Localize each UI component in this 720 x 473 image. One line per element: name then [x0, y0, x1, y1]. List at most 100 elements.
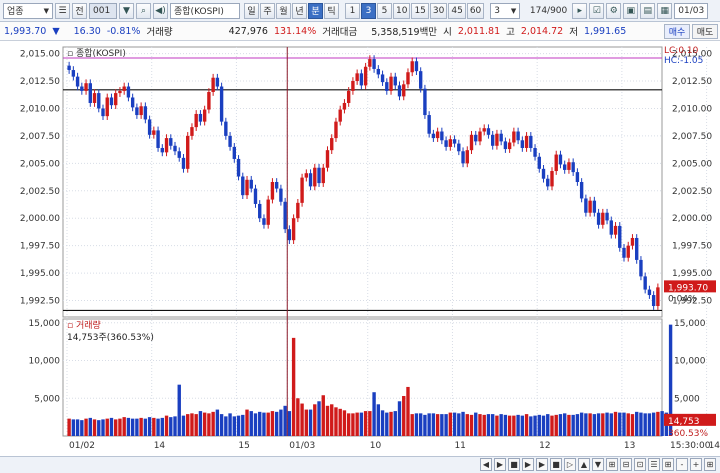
list-button[interactable]: ☰	[55, 2, 70, 19]
order-buttons: 매수 매도	[664, 24, 718, 39]
candle-body	[368, 59, 372, 67]
nav-button[interactable]: ◀	[480, 458, 492, 471]
interval-button[interactable]: 1	[345, 2, 360, 19]
interval-button[interactable]: 10	[393, 2, 411, 19]
code-input[interactable]: 001	[89, 2, 117, 19]
print-icon[interactable]: ▤	[640, 2, 656, 19]
down-arrow-icon: ▼	[52, 25, 60, 37]
speaker-icon[interactable]: ◀)	[153, 2, 168, 19]
nav-button[interactable]: ⊞	[704, 458, 716, 471]
candle-body	[537, 156, 541, 169]
candle-body	[529, 135, 533, 148]
volume-bar	[186, 414, 190, 436]
time-tick-label: 01/03	[289, 441, 315, 451]
candle-body	[219, 86, 224, 122]
candle-body	[639, 259, 643, 277]
nav-button[interactable]: ▷	[564, 458, 576, 471]
volume-bar	[156, 418, 160, 436]
buy-button[interactable]: 매수	[664, 24, 690, 39]
volume-bar	[656, 411, 660, 436]
settings-icon[interactable]: ⚙	[606, 2, 622, 19]
candle-body	[554, 154, 558, 172]
period-button[interactable]: 일	[244, 2, 259, 19]
market-select[interactable]: 업종 ▼	[3, 2, 53, 19]
last-pct-tag: 0.04%	[668, 294, 697, 304]
mode-button[interactable]: 전	[72, 2, 87, 19]
volume-bar	[389, 411, 393, 436]
sell-button[interactable]: 매도	[692, 24, 718, 39]
interval-button[interactable]: 3	[361, 2, 376, 19]
period-button[interactable]: 틱	[324, 2, 339, 19]
volume-bar	[609, 413, 613, 436]
interval-select[interactable]: 3 ▼	[490, 2, 521, 19]
candle-body	[596, 212, 601, 225]
nav-button[interactable]: ■	[508, 458, 520, 471]
candle-body	[478, 131, 482, 142]
nav-button[interactable]: +	[690, 458, 702, 471]
period-button[interactable]: 년	[292, 2, 307, 19]
candlestick-chart[interactable]: 2,015.00 2,015.002,012.50 2,012.502,010.00…	[0, 41, 720, 456]
nav-button[interactable]: ▶	[522, 458, 534, 471]
nav-button[interactable]: ⊟	[620, 458, 632, 471]
candle-body	[440, 131, 444, 141]
time-end-label: 15:30:00	[670, 441, 711, 451]
candle-body	[143, 106, 148, 120]
volume-bar	[80, 420, 84, 436]
price-change-pct: -0.81%	[106, 25, 141, 37]
price-panel	[62, 46, 663, 318]
save-icon[interactable]: ▣	[623, 2, 639, 19]
chevron-down-icon: ▼	[510, 6, 517, 15]
candle-body	[363, 66, 368, 86]
interval-button[interactable]: 15	[411, 2, 429, 19]
volume-bar	[402, 395, 406, 436]
candle-body	[75, 76, 80, 87]
nav-button[interactable]: ▶	[494, 458, 506, 471]
volume-bar	[330, 404, 334, 436]
nav-button[interactable]: ▲	[578, 458, 590, 471]
price-panel-title: ▫ 종합(KOSPI)	[67, 48, 126, 59]
volume-panel-subtitle: 14,753주(360.53%)	[67, 332, 154, 343]
candle-body	[643, 276, 647, 290]
search-icon[interactable]: ⌕	[136, 2, 151, 19]
next-arrow-icon[interactable]: ▸	[572, 2, 588, 19]
nav-button[interactable]: ■	[550, 458, 562, 471]
candle-body	[325, 150, 330, 168]
period-button[interactable]: 월	[276, 2, 291, 19]
period-button[interactable]: 주	[260, 2, 275, 19]
nav-button[interactable]: ⊡	[634, 458, 646, 471]
nav-button[interactable]: ☰	[648, 458, 660, 471]
checkbox-icon[interactable]: ☑	[589, 2, 605, 19]
volume-bar	[406, 386, 410, 436]
nav-button[interactable]: ▶	[536, 458, 548, 471]
volume-bar	[359, 412, 364, 436]
interval-button[interactable]: 30	[429, 2, 448, 19]
nav-button[interactable]: ⊞	[662, 458, 674, 471]
calendar-icon[interactable]: ▦	[657, 2, 673, 19]
volume-bar	[643, 413, 647, 436]
code-dropdown-chevron-icon[interactable]: ▼	[119, 2, 134, 19]
volume-bar	[236, 415, 241, 436]
nav-button[interactable]: -	[676, 458, 688, 471]
volume-bar	[207, 413, 211, 436]
volume-bar	[283, 405, 287, 436]
candle-body	[618, 225, 622, 248]
time-tick-label: 10	[370, 441, 382, 451]
candle-body	[346, 90, 351, 103]
volume-bar	[516, 414, 520, 436]
candle-body	[635, 237, 639, 260]
date-field[interactable]: 01/03	[674, 2, 709, 19]
volume-bar	[164, 415, 169, 436]
volume-bar	[109, 417, 114, 436]
nav-button[interactable]: ⊞	[606, 458, 618, 471]
period-button[interactable]: 분	[308, 2, 323, 19]
candle-body	[67, 65, 71, 71]
nav-button[interactable]: ▼	[592, 458, 604, 471]
volume-bar	[440, 414, 444, 436]
index-name-field[interactable]: 종합(KOSPI)	[170, 2, 240, 19]
interval-button[interactable]: 60	[466, 2, 485, 19]
interval-select-value: 3	[494, 5, 500, 16]
interval-button[interactable]: 5	[377, 2, 392, 19]
price-tick-right: 1,997.50	[672, 242, 712, 252]
interval-button[interactable]: 45	[448, 2, 466, 19]
candle-body	[190, 127, 194, 136]
